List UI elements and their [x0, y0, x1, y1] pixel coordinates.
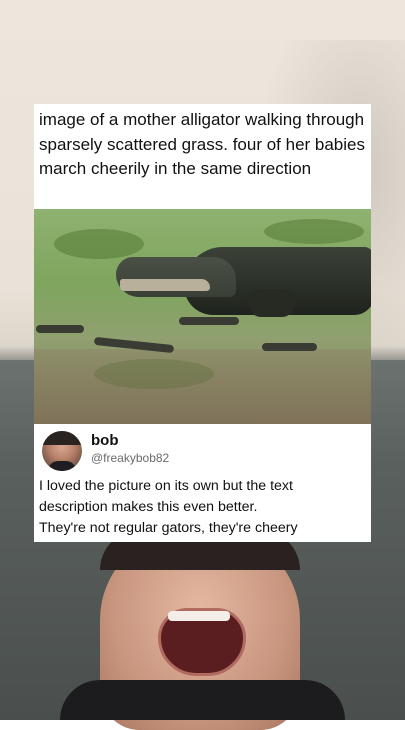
avatar-hair	[42, 431, 82, 445]
reply-text-line: I loved the picture on its own but the t…	[39, 478, 293, 494]
mother-alligator-leg	[249, 289, 294, 317]
baby-alligator	[36, 325, 84, 333]
reply-author-name[interactable]: bob	[91, 432, 119, 449]
alligator-photo	[34, 209, 371, 424]
reply-author-handle[interactable]: @freakybob82	[91, 451, 169, 465]
reply-text-line: description makes this even better.	[39, 499, 258, 515]
grass-patch	[54, 229, 144, 259]
mother-alligator-jaw	[120, 279, 210, 291]
mother-alligator-head	[116, 257, 236, 297]
avatar-shirt	[48, 461, 76, 471]
creator-shirt	[60, 680, 345, 720]
dirt-ground	[34, 349, 371, 424]
reply-text-line: They're not regular gators, they're chee…	[39, 520, 298, 536]
post-caption: image of a mother alligator walking thro…	[39, 110, 365, 178]
baby-alligator	[262, 343, 317, 351]
avatar[interactable]	[42, 431, 82, 471]
creator-teeth	[168, 611, 230, 621]
reply-text: I loved the picture on its own but the t…	[39, 476, 369, 539]
post-caption-card: image of a mother alligator walking thro…	[34, 104, 371, 209]
reply-card: bob @freakybob82 I loved the picture on …	[34, 424, 371, 542]
baby-alligator	[179, 317, 239, 325]
grass-patch	[264, 219, 364, 244]
